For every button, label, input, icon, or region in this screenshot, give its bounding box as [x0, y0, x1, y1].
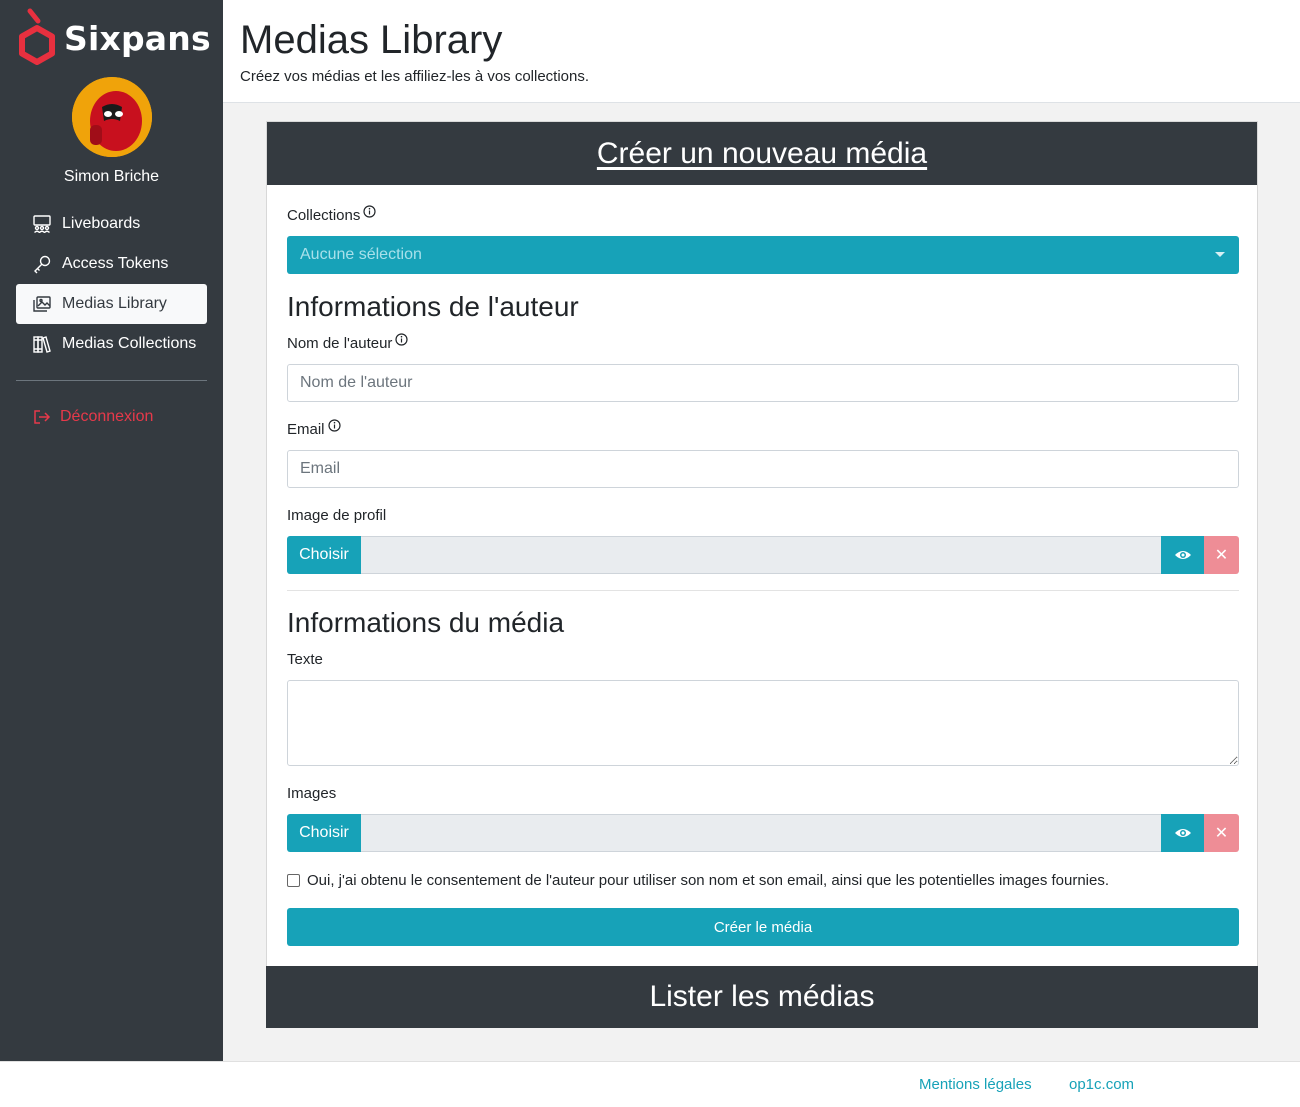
collections-label: Collections — [287, 205, 376, 224]
legal-notice-link[interactable]: Mentions légales — [919, 1076, 1032, 1093]
avatar[interactable] — [72, 77, 152, 157]
consent-row: Oui, j'ai obtenu le consentement de l'au… — [287, 872, 1109, 889]
brand[interactable]: Sixpans — [16, 8, 211, 68]
eye-icon[interactable] — [1161, 814, 1204, 852]
page-header: Medias Library Créez vos médias et les a… — [223, 0, 1300, 103]
sidebar-item-liveboards[interactable]: Liveboards — [16, 204, 207, 244]
collections-select[interactable]: Aucune sélection — [287, 236, 1239, 274]
sidebar-item-label: Liveboards — [62, 215, 141, 232]
images-choose-button[interactable]: Choisir — [287, 814, 361, 852]
images-field[interactable] — [361, 814, 1161, 852]
logout-icon — [32, 407, 52, 427]
page-subtitle: Créez vos médias et les affiliez-les à v… — [240, 68, 590, 85]
logout-link[interactable]: Déconnexion — [16, 398, 153, 436]
key-icon — [32, 254, 52, 274]
profile-image-label: Image de profil — [287, 507, 387, 524]
page-title: Medias Library — [240, 18, 503, 62]
brand-name: Sixpans — [64, 18, 211, 58]
info-icon[interactable] — [363, 205, 376, 218]
consent-checkbox[interactable] — [287, 874, 300, 887]
create-media-title-link[interactable]: Créer un nouveau média — [597, 137, 927, 171]
sidebar-item-medias-collections[interactable]: Medias Collections — [16, 324, 207, 364]
consent-text: Oui, j'ai obtenu le consentement de l'au… — [307, 872, 1110, 889]
profile-image-field[interactable] — [361, 536, 1161, 574]
create-media-button[interactable]: Créer le média — [287, 908, 1239, 946]
sidebar-item-label: Medias Library — [62, 295, 167, 312]
sidebar-item-label: Medias Collections — [62, 335, 197, 352]
books-icon — [32, 334, 52, 354]
eye-icon[interactable] — [1161, 536, 1204, 574]
close-icon[interactable]: ✕ — [1204, 536, 1239, 574]
list-media-header[interactable]: Lister les médias — [266, 966, 1258, 1028]
sixpans-logo-icon — [16, 8, 58, 68]
collections-select-value: Aucune sélection — [300, 246, 422, 263]
images-icon — [32, 294, 52, 314]
info-icon[interactable] — [327, 419, 341, 432]
close-icon[interactable]: ✕ — [1204, 814, 1239, 852]
images-label: Images — [287, 785, 337, 802]
section-divider — [287, 590, 1239, 591]
email-label: Email — [287, 419, 341, 438]
sidebar-divider — [16, 380, 207, 381]
page-footer: Mentions légales op1c.com — [0, 1061, 1300, 1107]
images-picker: Choisir ✕ — [287, 814, 1239, 852]
card-header: Créer un nouveau média — [267, 122, 1257, 185]
email-label-text: Email — [287, 421, 325, 438]
profile-image-choose-button[interactable]: Choisir — [287, 536, 361, 574]
text-label: Texte — [287, 651, 323, 668]
author-section-title: Informations de l'auteur — [287, 291, 579, 322]
author-name-label: Nom de l'auteur — [287, 333, 409, 352]
sidebar-item-medias-library[interactable]: Medias Library — [16, 284, 207, 324]
logout-label: Déconnexion — [60, 408, 154, 425]
author-name-label-text: Nom de l'auteur — [287, 335, 393, 352]
collections-label-text: Collections — [287, 207, 361, 224]
username: Simon Briche — [63, 168, 160, 185]
sidebar-item-label: Access Tokens — [62, 255, 169, 272]
email-input[interactable] — [287, 450, 1239, 488]
profile-image-picker: Choisir ✕ — [287, 536, 1239, 574]
media-section-title: Informations du média — [287, 607, 565, 638]
sidebar-nav: Liveboards Access Tokens Medias Library … — [16, 204, 207, 364]
author-name-input[interactable] — [287, 364, 1239, 402]
text-textarea[interactable] — [287, 680, 1239, 766]
sidebar-item-access-tokens[interactable]: Access Tokens — [16, 244, 207, 284]
site-link[interactable]: op1c.com — [1069, 1076, 1134, 1093]
chevron-down-icon — [1215, 252, 1225, 257]
liveboards-icon — [32, 214, 52, 234]
sidebar: Sixpans Simon Briche Liveboards Access T… — [0, 0, 223, 1061]
create-media-card: Créer un nouveau média Collections Aucun… — [266, 121, 1258, 1028]
info-icon[interactable] — [395, 333, 409, 346]
